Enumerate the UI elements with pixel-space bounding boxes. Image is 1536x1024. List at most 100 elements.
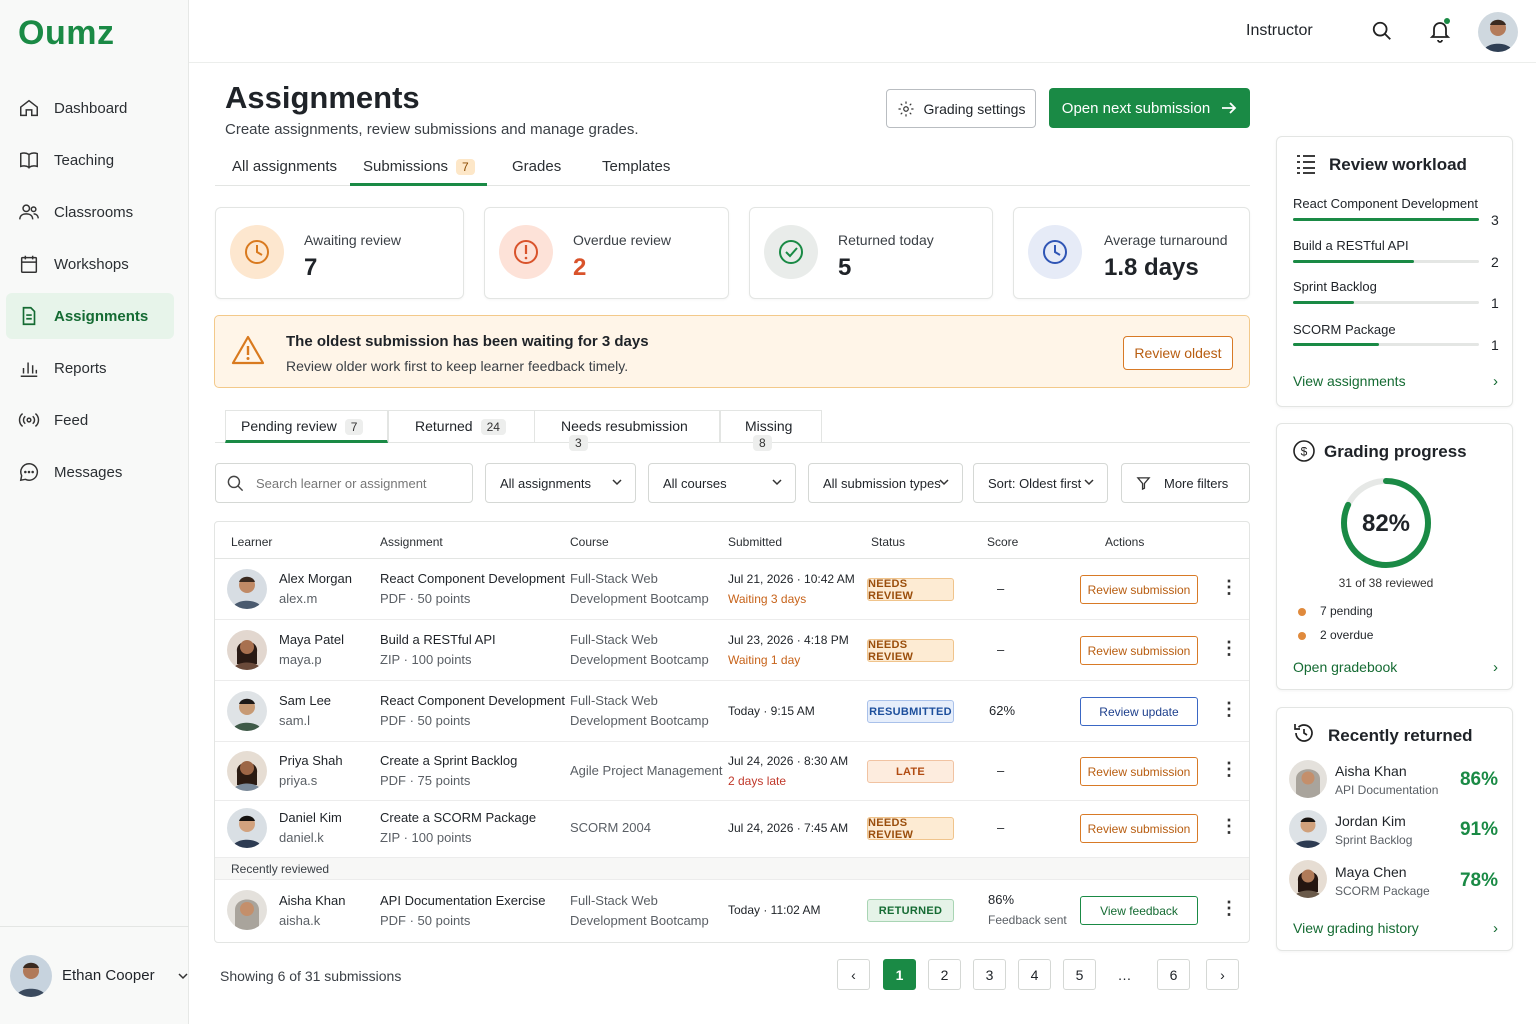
learner-name[interactable]: Sam Lee bbox=[279, 691, 331, 711]
next-page-button[interactable]: › bbox=[1206, 959, 1239, 990]
subtab-pending-review[interactable]: Pending review 7 bbox=[225, 410, 388, 443]
chevron-right-icon[interactable]: › bbox=[1493, 920, 1498, 937]
review-oldest-button[interactable]: Review oldest bbox=[1123, 336, 1233, 370]
open-next-label: Open next submission bbox=[1061, 99, 1211, 117]
submission-types-filter[interactable]: All submission types bbox=[808, 463, 963, 503]
sidebar-item-reports[interactable]: Reports bbox=[6, 345, 174, 391]
course-name: Full-Stack Web bbox=[570, 693, 658, 708]
count-badge: 8 bbox=[753, 435, 772, 451]
review-submission-button[interactable]: Review submission bbox=[1080, 575, 1198, 604]
page-button[interactable]: 3 bbox=[973, 959, 1006, 990]
review-submission-button[interactable]: Review submission bbox=[1080, 636, 1198, 665]
sidebar-item-teaching[interactable]: Teaching bbox=[6, 137, 174, 183]
tab-grades[interactable]: Grades bbox=[512, 158, 561, 186]
prev-page-button[interactable]: ‹ bbox=[837, 959, 870, 990]
bell-icon[interactable] bbox=[1428, 18, 1452, 44]
column-header[interactable]: Submitted bbox=[728, 535, 782, 549]
sort-select[interactable]: Sort: Oldest first bbox=[973, 463, 1108, 503]
column-header[interactable]: Learner bbox=[231, 535, 272, 549]
learner-name[interactable]: Priya Shah bbox=[279, 751, 343, 771]
submitted-date: Today · 11:02 AM bbox=[728, 903, 821, 917]
learner-username: alex.m bbox=[279, 591, 318, 606]
page-button[interactable]: 2 bbox=[928, 959, 961, 990]
assignment-title[interactable]: React Component Development bbox=[380, 691, 565, 711]
assignment-meta: ZIP · 100 points bbox=[380, 830, 472, 845]
chevron-right-icon[interactable]: › bbox=[1493, 373, 1498, 390]
tab-all-assignments[interactable]: All assignments bbox=[232, 158, 337, 186]
chevron-right-icon[interactable]: › bbox=[1493, 659, 1498, 676]
stat-value: 5 bbox=[838, 254, 852, 281]
chevron-down-icon bbox=[178, 972, 188, 979]
more-filters-button[interactable]: More filters bbox=[1121, 463, 1250, 503]
sidebar: Oumz Dashboard Teaching Classrooms Works… bbox=[0, 0, 189, 1024]
page-button[interactable]: 4 bbox=[1018, 959, 1051, 990]
subtab-missing[interactable]: Missing8 bbox=[720, 410, 822, 451]
table-row[interactable]: Maya Patel maya.p Build a RESTful API ZI… bbox=[215, 620, 1249, 681]
subtab-label: Needs resubmission bbox=[561, 418, 688, 434]
subtab-returned[interactable]: Returned 24 bbox=[388, 410, 535, 443]
column-header[interactable]: Score bbox=[987, 535, 1018, 549]
review-submission-button[interactable]: Review submission bbox=[1080, 757, 1198, 786]
avatar bbox=[227, 569, 267, 609]
submitted-date: Today · 9:15 AM bbox=[728, 704, 815, 718]
sidebar-item-messages[interactable]: Messages bbox=[6, 449, 174, 495]
sidebar-item-assignments[interactable]: Assignments bbox=[6, 293, 174, 339]
review-update-button[interactable]: Review update bbox=[1080, 697, 1198, 726]
returned-learner-name[interactable]: Aisha Khan bbox=[1335, 763, 1407, 779]
assignment-title[interactable]: Build a RESTful API bbox=[380, 630, 496, 650]
page-button[interactable]: 1 bbox=[883, 959, 916, 990]
open-next-submission-button[interactable]: Open next submission bbox=[1049, 88, 1250, 128]
role-label[interactable]: Instructor bbox=[1246, 22, 1313, 40]
more-options-icon[interactable]: ⋮ bbox=[1220, 638, 1238, 659]
assignment-title[interactable]: Create a SCORM Package bbox=[380, 808, 536, 828]
avatar[interactable] bbox=[1478, 12, 1518, 52]
search-input[interactable]: Search learner or assignment bbox=[215, 463, 473, 503]
learner-name[interactable]: Alex Morgan bbox=[279, 569, 352, 589]
returned-learner-name[interactable]: Maya Chen bbox=[1335, 864, 1407, 880]
stat-card-returned: Returned today 5 bbox=[749, 207, 993, 299]
returned-learner-name[interactable]: Jordan Kim bbox=[1335, 813, 1406, 829]
open-gradebook-link[interactable]: Open gradebook bbox=[1293, 659, 1397, 675]
more-options-icon[interactable]: ⋮ bbox=[1220, 577, 1238, 598]
grading-settings-button[interactable]: Grading settings bbox=[886, 89, 1036, 128]
table-row[interactable]: Daniel Kim daniel.k Create a SCORM Packa… bbox=[215, 801, 1249, 858]
list-icon bbox=[1297, 155, 1315, 174]
assignments-filter[interactable]: All assignments bbox=[485, 463, 636, 503]
learner-name[interactable]: Aisha Khan bbox=[279, 891, 346, 911]
review-submission-button[interactable]: Review submission bbox=[1080, 814, 1198, 843]
history-icon bbox=[1294, 724, 1313, 742]
more-options-icon[interactable]: ⋮ bbox=[1220, 816, 1238, 837]
svg-text:$: $ bbox=[1301, 445, 1308, 459]
more-options-icon[interactable]: ⋮ bbox=[1220, 898, 1238, 919]
column-header[interactable]: Assignment bbox=[380, 535, 443, 549]
subtab-needs-resubmission[interactable]: Needs resubmission3 bbox=[534, 410, 720, 451]
table-row[interactable]: Aisha Khan aisha.k API Documentation Exe… bbox=[215, 880, 1249, 942]
page-button[interactable]: 5 bbox=[1063, 959, 1096, 990]
table-row[interactable]: Alex Morgan alex.m React Component Devel… bbox=[215, 559, 1249, 620]
column-header[interactable]: Status bbox=[871, 535, 905, 549]
page-button[interactable]: 6 bbox=[1157, 959, 1190, 990]
sidebar-item-workshops[interactable]: Workshops bbox=[6, 241, 174, 287]
view-assignments-link[interactable]: View assignments bbox=[1293, 373, 1406, 389]
learner-name[interactable]: Maya Patel bbox=[279, 630, 344, 650]
view-grading-history-link[interactable]: View grading history bbox=[1293, 920, 1419, 936]
sidebar-item-dashboard[interactable]: Dashboard bbox=[6, 85, 174, 131]
user-menu[interactable]: Ethan Cooper bbox=[0, 926, 189, 1024]
tab-templates[interactable]: Templates bbox=[602, 158, 670, 186]
table-row[interactable]: Priya Shah priya.s Create a Sprint Backl… bbox=[215, 742, 1249, 801]
search-icon[interactable] bbox=[1371, 20, 1393, 42]
assignment-title[interactable]: API Documentation Exercise bbox=[380, 891, 545, 911]
stat-value: 2 bbox=[573, 254, 587, 281]
table-row[interactable]: Sam Lee sam.l React Component Developmen… bbox=[215, 681, 1249, 742]
assignment-title[interactable]: React Component Development bbox=[380, 569, 565, 589]
view-feedback-button[interactable]: View feedback bbox=[1080, 896, 1198, 925]
courses-filter[interactable]: All courses bbox=[648, 463, 796, 503]
sidebar-item-feed[interactable]: Feed bbox=[6, 397, 174, 443]
sidebar-item-classrooms[interactable]: Classrooms bbox=[6, 189, 174, 235]
column-header[interactable]: Course bbox=[570, 535, 609, 549]
more-options-icon[interactable]: ⋮ bbox=[1220, 699, 1238, 720]
learner-name[interactable]: Daniel Kim bbox=[279, 808, 342, 828]
assignment-title[interactable]: Create a Sprint Backlog bbox=[380, 751, 517, 771]
more-options-icon[interactable]: ⋮ bbox=[1220, 759, 1238, 780]
tab-submissions[interactable]: Submissions 7 bbox=[350, 148, 487, 186]
